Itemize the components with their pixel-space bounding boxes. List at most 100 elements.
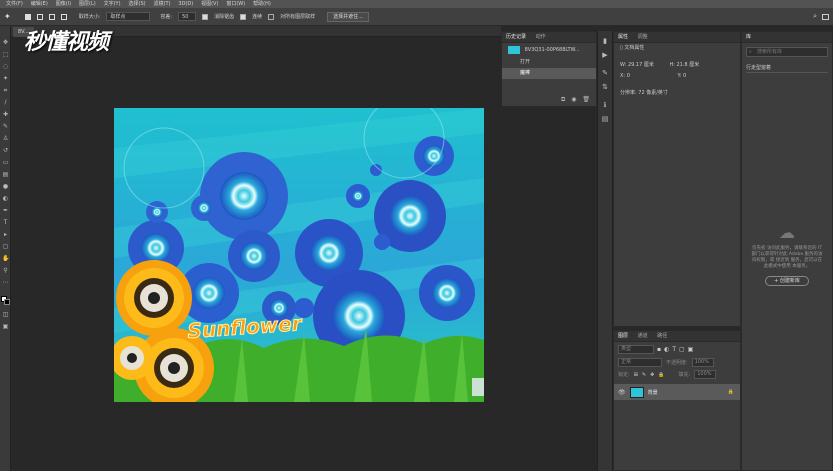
brush-tool-icon[interactable]: ✎ [2,124,9,130]
notes-panel-icon[interactable]: ▤ [601,115,609,123]
tab-properties[interactable]: 属性 [618,34,628,40]
subtract-selection-icon[interactable] [48,13,55,20]
adjust-panel-icon[interactable]: ⇅ [601,83,609,91]
blend-mode-select[interactable]: 正常 [618,358,662,367]
marquee-tool-icon[interactable]: ⬚ [2,52,9,58]
menu-select[interactable]: 选择(S) [129,0,146,8]
tab-history[interactable]: 历史记录 [506,34,526,40]
filter-pixel-icon[interactable]: ▪ [657,346,661,353]
workspace-icon[interactable] [822,13,829,20]
tab-layers[interactable]: 图层 [618,333,628,339]
stamp-tool-icon[interactable]: ♙ [2,136,9,142]
select-and-mask-button[interactable]: 选择并遮住... [327,11,369,22]
intersect-selection-icon[interactable] [60,13,67,20]
menu-help[interactable]: 帮助(H) [253,0,271,8]
contiguous-checkbox[interactable] [240,13,247,20]
antialias-checkbox[interactable] [202,13,209,20]
camera-icon[interactable]: ◉ [571,96,576,103]
create-library-button[interactable]: + 创建新库 [765,276,809,286]
lasso-tool-icon[interactable]: ◌ [2,64,9,70]
pen-tool-icon[interactable]: ✒ [2,208,9,214]
hand-tool-icon[interactable]: ✋ [2,256,9,262]
new-selection-icon[interactable] [24,13,31,20]
layer-name[interactable]: 背景 [648,389,658,396]
history-panel: 历史记录 动作 8V3Q31-00P688LTW... 打开 魔棒 ⧉ ◉ 🗑 [501,31,597,107]
magic-wand-icon[interactable]: ✦ [2,76,9,82]
dodge-tool-icon[interactable]: ◐ [2,196,9,202]
eraser-tool-icon[interactable]: ▭ [2,160,9,166]
lock-all-icon[interactable]: 🔒 [658,372,664,378]
type-tool-icon[interactable]: T [2,220,9,226]
actions-panel-icon[interactable]: ▶ [601,51,609,59]
move-tool-icon[interactable]: ✥ [2,40,9,46]
crop-tool-icon[interactable]: ⌗ [2,88,9,94]
sample-all-checkbox[interactable] [268,13,275,20]
lock-pixels-icon[interactable]: ⊞ [634,372,638,378]
fill-input[interactable]: 100% [694,370,717,379]
zoom-tool-icon[interactable]: ⚲ [2,268,9,274]
lock-move-icon[interactable]: ✥ [650,372,654,378]
trash-icon[interactable]: 🗑 [582,96,590,103]
screen-mode-icon[interactable]: ▣ [2,324,9,330]
search-icon[interactable]: ⌕ [813,12,817,21]
path-select-icon[interactable]: ▸ [2,232,9,238]
eye-icon[interactable]: 👁 [618,389,626,396]
menu-type[interactable]: 文字(Y) [104,0,121,8]
history-item-magic-wand[interactable]: 魔棒 [502,68,596,79]
lock-brush-icon[interactable]: ✎ [642,372,646,378]
info-panel-icon[interactable]: ℹ [601,101,609,109]
tab-libraries[interactable]: 库 [746,34,751,40]
library-search[interactable]: ⌕ 搜索所有库 [746,47,828,57]
tab-adjustments[interactable]: 调整 [638,34,648,40]
menu-bar: 文件(F) 编辑(E) 图像(I) 图层(L) 文字(Y) 选择(S) 滤镜(T… [0,0,833,8]
sample-size-select[interactable]: 取样点 [106,12,151,21]
options-bar: ✦ 取样大小: 取样点 容差: 50 消除锯齿 连续 对所有图层取样 选择并遮住… [0,8,833,26]
background-color-swatch[interactable] [4,299,10,305]
width-value[interactable]: 29.17 厘米 [628,62,654,68]
gradient-tool-icon[interactable]: ▤ [2,172,9,178]
healing-tool-icon[interactable]: ✚ [2,112,9,118]
width-label: W: [620,62,627,68]
history-snapshot[interactable]: 8V3Q31-00P688LTW... [502,43,596,57]
filter-shape-icon[interactable]: ▢ [679,346,685,353]
brush-panel-icon[interactable]: ✎ [601,69,609,77]
menu-window[interactable]: 窗口(W) [226,0,245,8]
shape-tool-icon[interactable]: ▢ [2,244,9,250]
layers-panel: 图层 通道 路径 类型 ▪ ◐ T ▢ ▣ 正常 不透明度: 100% 锁定: … [613,330,741,471]
sunflower-artwork: Sunflower [114,108,484,402]
menu-layer[interactable]: 图层(L) [79,0,96,8]
menu-image[interactable]: 图像(I) [56,0,71,8]
history-panel-icon[interactable]: ▮ [601,37,609,45]
eyedropper-tool-icon[interactable]: ∕ [2,100,9,106]
y-value[interactable]: 0 [683,73,686,79]
document-canvas[interactable]: Sunflower [114,108,484,402]
filter-smart-icon[interactable]: ▣ [688,346,694,353]
magic-wand-tool-icon[interactable]: ✦ [4,12,11,21]
menu-view[interactable]: 视图(V) [201,0,218,8]
layer-background[interactable]: 👁 背景 🔒 [614,384,740,400]
history-item-open[interactable]: 打开 [502,57,596,68]
history-brush-icon[interactable]: ↺ [2,148,9,154]
new-document-icon[interactable]: ⧉ [561,96,565,103]
blur-tool-icon[interactable]: ● [2,184,9,190]
layer-filter-select[interactable]: 类型 [618,345,654,354]
menu-filter[interactable]: 滤镜(T) [154,0,171,8]
lock-row: 锁定: ⊞ ✎ ✥ 🔒 填充: 100% [614,368,740,381]
tab-paths[interactable]: 路径 [657,333,667,339]
library-dropdown[interactable]: 行走型窗着 [746,63,828,73]
opacity-input[interactable]: 100% [691,358,714,367]
height-value[interactable]: 21.8 厘米 [676,62,699,68]
x-value[interactable]: 0 [627,73,630,79]
menu-3d[interactable]: 3D(D) [178,0,193,8]
filter-type-icon[interactable]: T [672,346,676,353]
quick-mask-icon[interactable]: ◫ [2,312,9,318]
blend-row: 正常 不透明度: 100% [614,357,740,368]
tolerance-input[interactable]: 50 [178,12,197,21]
tab-actions[interactable]: 动作 [536,34,546,40]
more-tools-icon[interactable]: ⋯ [2,280,9,286]
add-selection-icon[interactable] [36,13,43,20]
menu-edit[interactable]: 编辑(E) [31,0,48,8]
filter-adjust-icon[interactable]: ◐ [664,346,669,353]
tab-channels[interactable]: 通道 [638,333,648,339]
menu-file[interactable]: 文件(F) [6,0,23,8]
